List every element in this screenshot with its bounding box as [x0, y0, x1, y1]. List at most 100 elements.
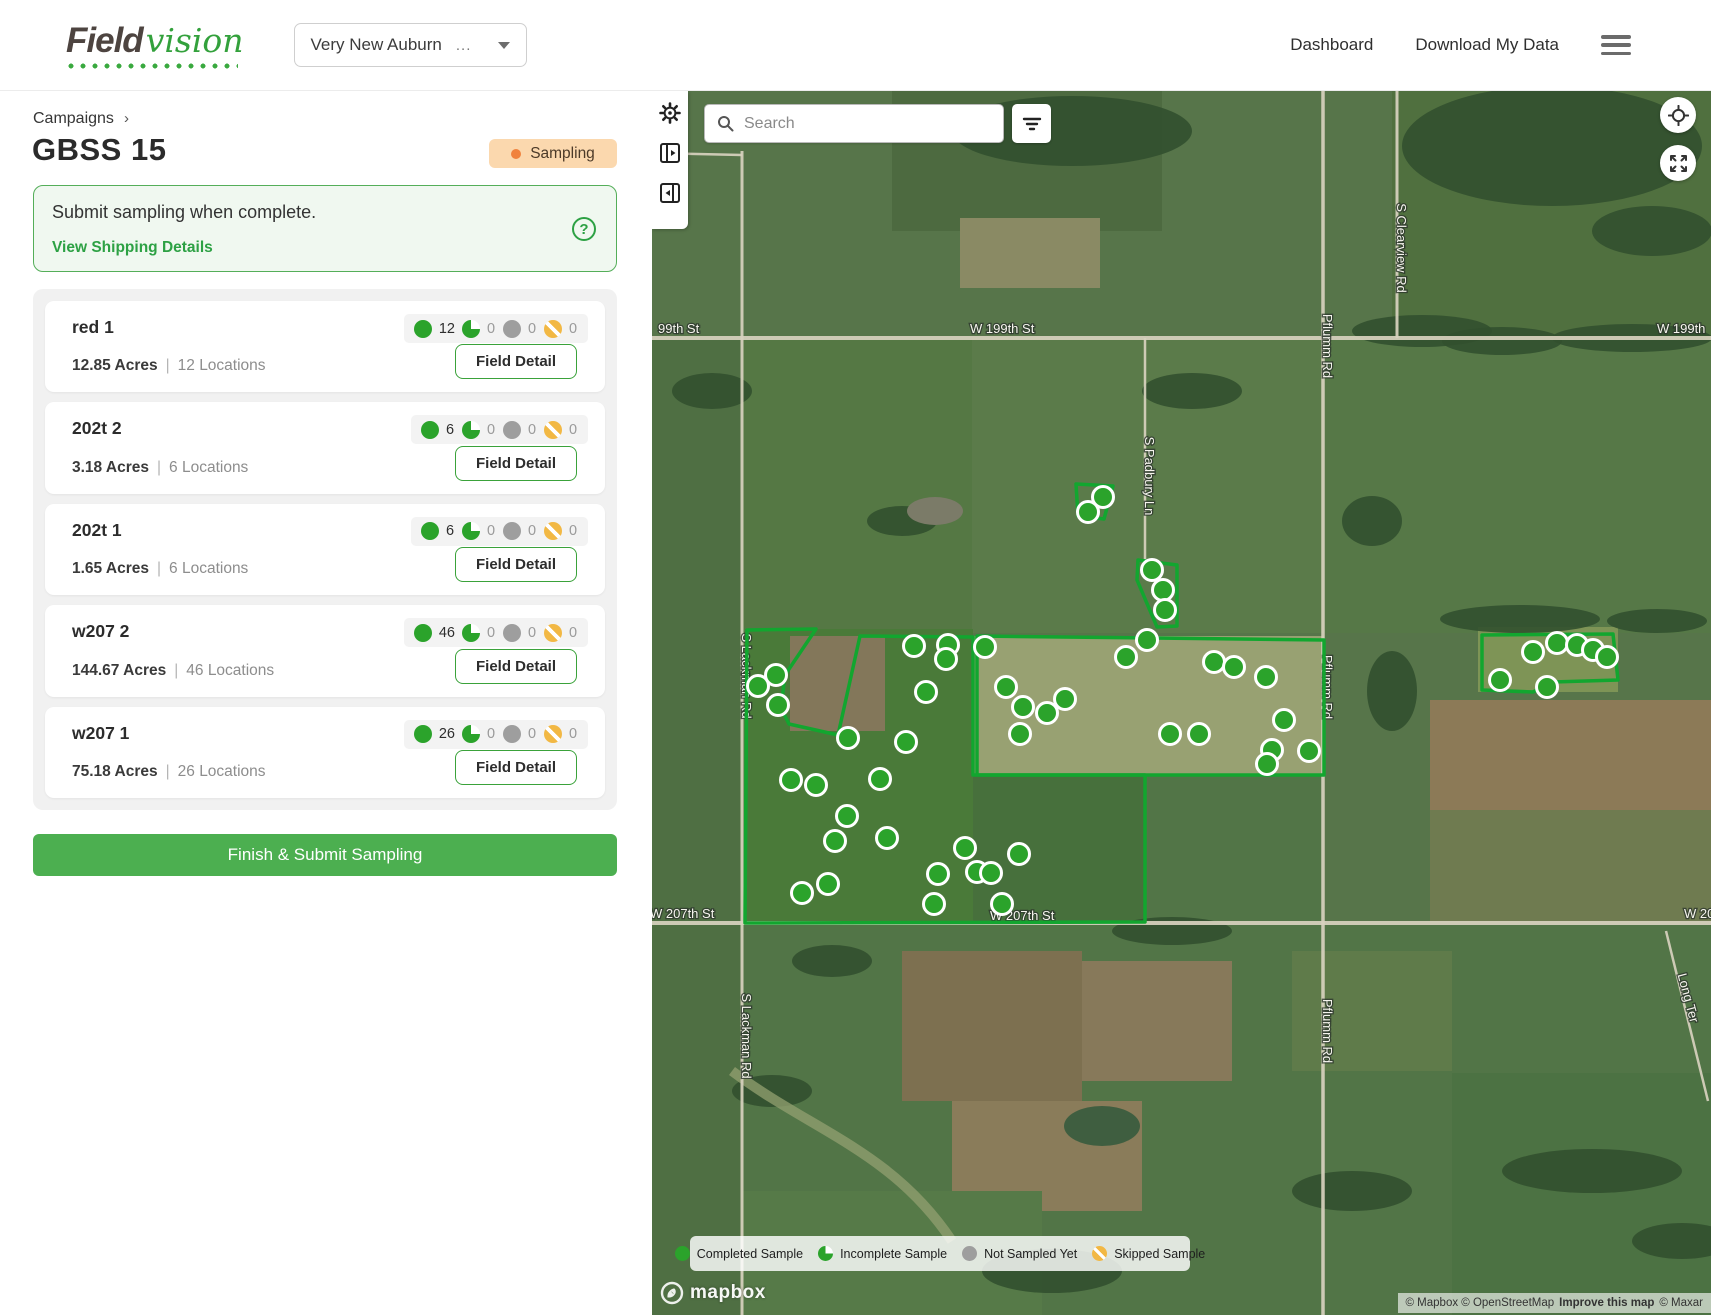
not-sampled-icon — [503, 421, 521, 439]
sample-marker[interactable] — [818, 874, 839, 895]
sample-marker[interactable] — [870, 769, 891, 790]
sample-marker[interactable] — [1142, 560, 1163, 581]
sample-marker[interactable] — [837, 806, 858, 827]
sample-marker[interactable] — [1009, 844, 1030, 865]
locate-me-button[interactable] — [1660, 97, 1696, 133]
sample-marker[interactable] — [1037, 703, 1058, 724]
field-detail-button[interactable]: Field Detail — [455, 649, 577, 684]
sample-marker[interactable] — [1116, 647, 1137, 668]
sample-marker[interactable] — [1547, 633, 1568, 654]
search-input[interactable] — [744, 115, 991, 133]
sample-marker[interactable] — [1055, 689, 1076, 710]
road-label: W 207th St — [652, 906, 715, 921]
nav-dashboard[interactable]: Dashboard — [1290, 35, 1373, 55]
filter-button[interactable] — [1012, 104, 1051, 143]
sample-marker[interactable] — [1274, 710, 1295, 731]
field-meta: 3.18 Acres|6 Locations — [72, 459, 248, 477]
not-sampled-icon — [503, 624, 521, 642]
finish-submit-sampling-button[interactable]: Finish & Submit Sampling — [33, 834, 617, 876]
sample-marker[interactable] — [992, 894, 1013, 915]
field-detail-button[interactable]: Field Detail — [455, 547, 577, 582]
sample-marker[interactable] — [981, 863, 1002, 884]
sample-marker[interactable] — [806, 775, 827, 796]
map-tool-strip — [652, 91, 688, 229]
map-search — [704, 104, 1004, 143]
field-detail-button[interactable]: Field Detail — [455, 344, 577, 379]
sample-status-counts: 12 0 0 0 — [404, 314, 588, 343]
field-name: 202t 2 — [72, 418, 122, 439]
field-card-w207-1[interactable]: w207 1 26 0 0 0 75.18 Acres|26 Locations… — [45, 707, 605, 798]
field-meta: 12.85 Acres|12 Locations — [72, 357, 266, 375]
not-sampled-icon — [962, 1246, 977, 1261]
sample-marker[interactable] — [924, 894, 945, 915]
collapse-panel-icon[interactable] — [659, 181, 682, 204]
sample-marker[interactable] — [1204, 652, 1225, 673]
sample-marker[interactable] — [1078, 502, 1099, 523]
sample-marker[interactable] — [825, 831, 846, 852]
field-card-202t-2[interactable]: 202t 2 6 0 0 0 3.18 Acres|6 Locations Fi… — [45, 402, 605, 493]
sample-marker[interactable] — [936, 649, 957, 670]
expand-panel-icon[interactable] — [659, 141, 682, 164]
sample-status-counts: 26 0 0 0 — [404, 720, 588, 749]
search-icon — [717, 115, 734, 132]
satellite-imagery[interactable]: 99th StW 199th StW 199thW 207th StW 207t… — [652, 91, 1711, 1315]
sample-marker[interactable] — [1155, 600, 1176, 621]
nav-download-my-data[interactable]: Download My Data — [1415, 35, 1559, 55]
sample-status-counts: 6 0 0 0 — [411, 517, 588, 546]
sample-marker[interactable] — [1537, 677, 1558, 698]
sample-marker[interactable] — [1010, 724, 1031, 745]
fieldvision-logo[interactable]: Field vision — [66, 21, 244, 69]
attribution-text: © Mapbox © OpenStreetMap — [1406, 1297, 1555, 1309]
help-icon[interactable]: ? — [572, 217, 596, 241]
sample-marker[interactable] — [1597, 647, 1618, 668]
field-meta: 1.65 Acres|6 Locations — [72, 560, 248, 578]
sample-marker[interactable] — [1523, 642, 1544, 663]
skipped-sample-icon — [544, 725, 562, 743]
sample-marker[interactable] — [1189, 724, 1210, 745]
sample-marker[interactable] — [1256, 667, 1277, 688]
sample-marker[interactable] — [838, 728, 859, 749]
fullscreen-button[interactable] — [1660, 145, 1696, 181]
completed-sample-icon — [421, 522, 439, 540]
sample-marker[interactable] — [877, 828, 898, 849]
sample-marker[interactable] — [955, 838, 976, 859]
sample-marker[interactable] — [1013, 697, 1034, 718]
sample-marker[interactable] — [768, 695, 789, 716]
sample-marker[interactable] — [996, 677, 1017, 698]
view-shipping-details-link[interactable]: View Shipping Details — [52, 239, 598, 257]
satellite-map[interactable]: 99th StW 199th StW 199thW 207th StW 207t… — [652, 91, 1711, 1315]
sample-marker[interactable] — [928, 864, 949, 885]
sample-marker[interactable] — [1299, 741, 1320, 762]
completed-sample-icon — [675, 1246, 690, 1261]
incomplete-sample-icon — [462, 522, 480, 540]
sample-marker[interactable] — [1490, 670, 1511, 691]
sample-marker[interactable] — [896, 732, 917, 753]
sample-marker[interactable] — [1224, 657, 1245, 678]
sample-marker[interactable] — [904, 636, 925, 657]
field-card-202t-1[interactable]: 202t 1 6 0 0 0 1.65 Acres|6 Locations Fi… — [45, 504, 605, 595]
sample-marker[interactable] — [975, 637, 996, 658]
organization-selector[interactable]: Very New Auburn ... — [294, 23, 527, 67]
road-label: S Padbury Ln — [1142, 437, 1157, 516]
skipped-sample-icon — [544, 320, 562, 338]
sample-marker[interactable] — [1137, 630, 1158, 651]
sample-marker[interactable] — [1257, 754, 1278, 775]
breadcrumb[interactable]: Campaigns› — [33, 110, 129, 128]
sample-marker[interactable] — [1153, 580, 1174, 601]
sample-marker[interactable] — [766, 665, 787, 686]
road-label: W 20 — [1684, 906, 1711, 921]
sample-marker[interactable] — [1160, 724, 1181, 745]
settings-gear-icon[interactable] — [659, 101, 682, 124]
incomplete-sample-icon — [462, 624, 480, 642]
field-card-w207-2[interactable]: w207 2 46 0 0 0 144.67 Acres|46 Location… — [45, 605, 605, 696]
mapbox-logo[interactable]: mapbox — [660, 1281, 766, 1305]
menu-icon[interactable] — [1601, 35, 1631, 55]
field-detail-button[interactable]: Field Detail — [455, 446, 577, 481]
road-label: Pflumm Rd — [1320, 999, 1335, 1063]
field-detail-button[interactable]: Field Detail — [455, 750, 577, 785]
sample-marker[interactable] — [792, 883, 813, 904]
improve-this-map-link[interactable]: Improve this map — [1559, 1297, 1654, 1309]
sample-marker[interactable] — [781, 770, 802, 791]
sample-marker[interactable] — [916, 682, 937, 703]
field-card-red-1[interactable]: red 1 12 0 0 0 12.85 Acres|12 Locations … — [45, 301, 605, 392]
